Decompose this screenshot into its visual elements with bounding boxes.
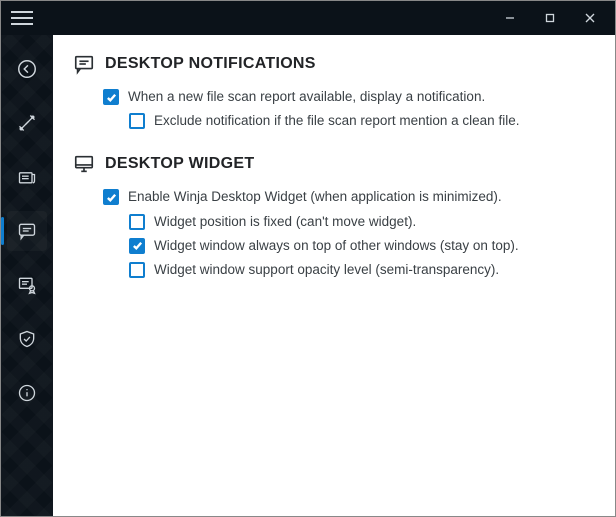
section-title: DESKTOP WIDGET <box>105 155 254 173</box>
option-row: When a new file scan report available, d… <box>103 85 593 109</box>
option-label: Enable Winja Desktop Widget (when applic… <box>128 188 502 206</box>
window-controls <box>491 4 609 32</box>
section-desktop-notifications: DESKTOP NOTIFICATIONS When a new file sc… <box>73 53 593 133</box>
section-desktop-widget: DESKTOP WIDGET Enable Winja Desktop Widg… <box>73 153 593 282</box>
content-area: DESKTOP NOTIFICATIONS When a new file sc… <box>53 35 615 516</box>
sidebar-notifications[interactable] <box>7 211 47 251</box>
message-icon <box>73 53 95 75</box>
section-header: DESKTOP WIDGET <box>73 153 593 175</box>
option-label: Widget position is fixed (can't move wid… <box>154 213 416 231</box>
hamburger-menu[interactable] <box>11 5 37 31</box>
option-row: Enable Winja Desktop Widget (when applic… <box>103 185 593 209</box>
titlebar <box>1 1 615 35</box>
section-header: DESKTOP NOTIFICATIONS <box>73 53 593 75</box>
checkbox[interactable] <box>129 214 145 230</box>
option-label: Widget window support opacity level (sem… <box>154 261 499 279</box>
monitor-icon <box>73 153 95 175</box>
checkbox[interactable] <box>129 238 145 254</box>
close-button[interactable] <box>571 4 609 32</box>
option-label: Exclude notification if the file scan re… <box>154 112 519 130</box>
option-label: When a new file scan report available, d… <box>128 88 485 106</box>
sidebar-tools[interactable] <box>7 103 47 143</box>
checkbox[interactable] <box>129 262 145 278</box>
option-label: Widget window always on top of other win… <box>154 237 519 255</box>
sidebar-news[interactable] <box>7 157 47 197</box>
window-body: DESKTOP NOTIFICATIONS When a new file sc… <box>1 35 615 516</box>
sidebar-info[interactable] <box>7 373 47 413</box>
checkbox[interactable] <box>103 89 119 105</box>
sidebar-shield[interactable] <box>7 319 47 359</box>
option-row: Widget position is fixed (can't move wid… <box>129 210 593 234</box>
checkbox[interactable] <box>103 189 119 205</box>
sidebar-back[interactable] <box>7 49 47 89</box>
minimize-button[interactable] <box>491 4 529 32</box>
sidebar-certificate[interactable] <box>7 265 47 305</box>
sidebar <box>1 35 53 516</box>
app-window: DESKTOP NOTIFICATIONS When a new file sc… <box>0 0 616 517</box>
checkbox[interactable] <box>129 113 145 129</box>
maximize-button[interactable] <box>531 4 569 32</box>
section-title: DESKTOP NOTIFICATIONS <box>105 55 316 73</box>
option-row: Exclude notification if the file scan re… <box>129 109 593 133</box>
option-row: Widget window always on top of other win… <box>129 234 593 258</box>
option-row: Widget window support opacity level (sem… <box>129 258 593 282</box>
